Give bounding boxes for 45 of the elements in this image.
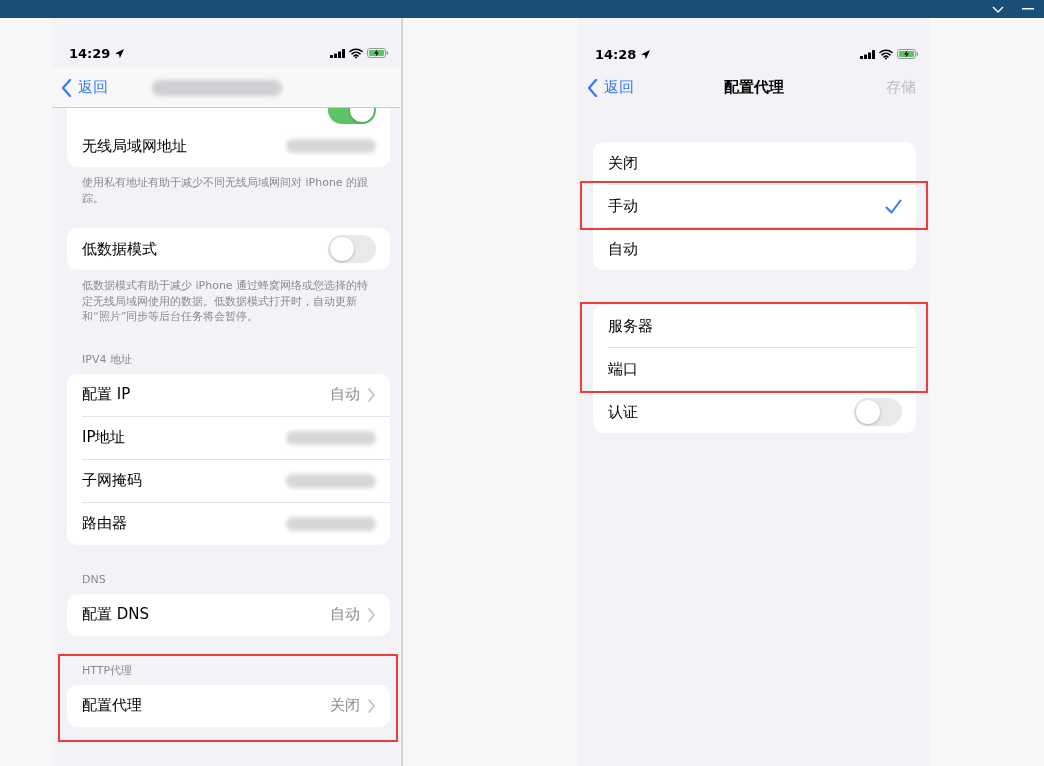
battery-charging-icon (367, 48, 388, 58)
status-time: 14:29 (69, 45, 111, 61)
wifi-icon (349, 47, 363, 59)
signal-icon (860, 49, 875, 59)
option-row[interactable]: 关闭 (593, 142, 916, 184)
row-label: IP地址 (82, 428, 126, 446)
section-header: HTTP代理 (81, 663, 134, 678)
chevron-left-icon (61, 78, 72, 97)
status-time: 14:28 (595, 46, 637, 62)
toggle-switch[interactable] (328, 235, 376, 263)
battery-charging-icon (897, 49, 918, 59)
section-header: IPV4 地址 (81, 352, 133, 367)
row-value: 自动 (330, 605, 360, 624)
settings-row[interactable]: 配置代理 关闭 (67, 684, 390, 727)
chevron-down-icon[interactable] (992, 5, 1004, 13)
option-row[interactable]: 自动 (593, 227, 916, 270)
nav-title: 配置代理 (724, 78, 784, 96)
chevron-right-icon (368, 387, 376, 402)
chevron-left-icon (587, 78, 598, 97)
toggle-switch[interactable] (854, 398, 902, 426)
footnote-text: 使用私有地址有助于减少不同无线局域网间对 iPhone 的跟踪。 (81, 175, 370, 206)
section-header: DNS (81, 572, 107, 587)
input-field[interactable]: 服务器 (593, 305, 916, 347)
input-field[interactable]: 端口 (593, 347, 916, 390)
chevron-right-icon (368, 607, 376, 622)
location-arrow-icon (640, 48, 652, 60)
row-label: 无线局域网地址 (82, 136, 187, 155)
row-label: 子网掩码 (82, 471, 142, 489)
back-button[interactable]: 返回 (52, 78, 108, 97)
row-label: 路由器 (82, 514, 127, 532)
footnote-text: 低数据模式有助于减少 iPhone 通过蜂窝网络或您选择的特定无线局域网使用的数据。低数据模式打开时，自动更新和“照片”同步等后台任务将会暂停。 (81, 278, 370, 325)
row-label: 低数据模式 (82, 239, 157, 258)
settings-row[interactable]: 配置 IP 自动 (67, 373, 390, 416)
settings-row[interactable]: 配置 DNS 自动 (67, 593, 390, 636)
signal-icon (330, 48, 345, 58)
row-value: 自动 (330, 385, 360, 404)
back-button[interactable]: 返回 (578, 78, 634, 97)
minimize-icon[interactable] (1022, 8, 1034, 10)
chevron-right-icon (368, 698, 376, 713)
option-row[interactable]: 手动 (593, 184, 916, 227)
row-value: 关闭 (330, 696, 360, 715)
checkmark-icon (885, 198, 902, 214)
location-arrow-icon (114, 47, 126, 59)
wifi-icon (879, 48, 893, 60)
row-label: 认证 (608, 402, 638, 421)
